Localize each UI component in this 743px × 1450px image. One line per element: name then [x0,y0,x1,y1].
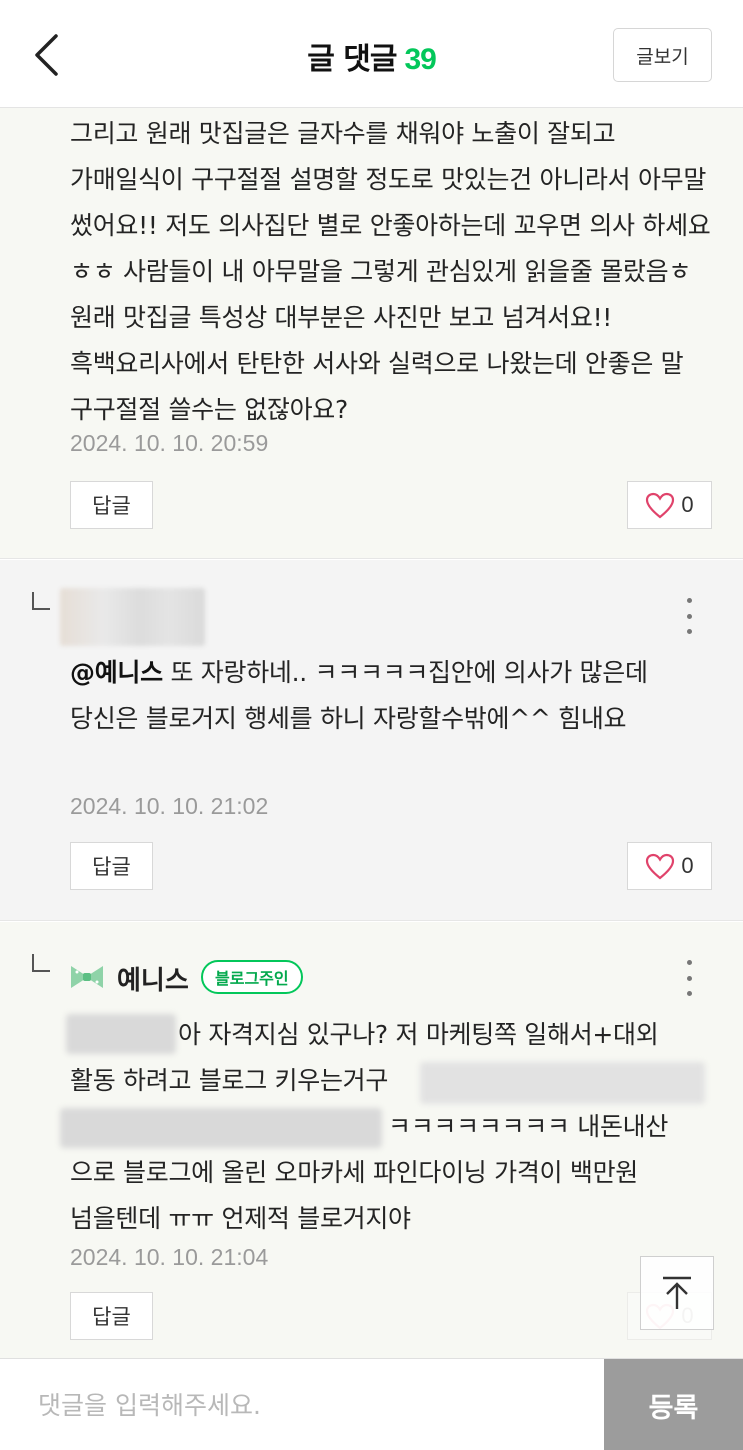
like-button[interactable]: 0 [627,842,712,890]
like-count: 0 [681,492,694,517]
reply-button[interactable]: 답글 [70,842,153,890]
comment-timestamp: 2024. 10. 10. 21:04 [70,1244,269,1270]
blurred-text [66,1014,176,1054]
reply-arrow-icon [32,592,50,610]
blurred-text [60,1108,382,1148]
view-post-button[interactable]: 글보기 [613,28,712,82]
blurred-text [420,1062,705,1104]
like-button[interactable]: 0 [627,481,712,529]
like-count: 0 [681,853,694,878]
page-title-label: 글 댓글 [307,42,397,77]
more-vertical-icon [686,598,692,603]
more-options-button[interactable] [679,960,699,996]
comment-line: 으로 블로그에 올린 오마카세 파인다이닝 가격이 백만원 [70,1158,638,1187]
comment-timestamp: 2024. 10. 10. 20:59 [70,430,269,456]
scroll-top-button[interactable] [640,1256,714,1330]
comment-item: 그리고 원래 맛집글은 글자수를 채워야 노출이 잘되고 가매일식이 구구절절 … [0,108,743,559]
comment-item: @예니스 또 자랑하네.. ㅋㅋㅋㅋㅋ집안에 의사가 많은데 당신은 블로거지 … [0,560,743,921]
comment-line: 넘을텐데 ㅠㅠ 언제적 블로거지야 [70,1204,411,1233]
submit-button[interactable]: 등록 [604,1359,743,1450]
mention[interactable]: @예니스 [70,658,163,687]
more-vertical-icon [686,960,692,965]
heart-icon [646,492,675,518]
comment-item: 예니스 블로그주인 아 자격지심 있구나? 저 마케팅쪽 일해서+대외 활동 하… [0,922,743,1358]
comment-text: @예니스 또 자랑하네.. ㅋㅋㅋㅋㅋ집안에 의사가 많은데 당신은 블로거지 … [70,650,720,742]
more-options-button[interactable] [679,598,699,634]
comment-text: 그리고 원래 맛집글은 글자수를 채워야 노출이 잘되고 가매일식이 구구절절 … [70,119,711,424]
comment-input-bar: 등록 [0,1358,743,1450]
reply-button[interactable]: 답글 [70,481,153,529]
blog-owner-badge: 블로그주인 [201,960,303,994]
comment-count: 39 [404,43,436,76]
top-header: 글 댓글 39 글보기 [0,0,743,108]
author-name[interactable]: 예니스 [117,960,189,997]
blurred-author-name [60,588,205,646]
comment-timestamp: 2024. 10. 10. 21:02 [70,793,269,819]
heart-icon [646,853,675,879]
author-bowtie-icon [71,966,103,988]
comment-input[interactable] [0,1359,604,1450]
scroll-top-icon [663,1276,691,1309]
reply-button[interactable]: 답글 [70,1292,153,1340]
reply-arrow-icon [32,954,50,972]
